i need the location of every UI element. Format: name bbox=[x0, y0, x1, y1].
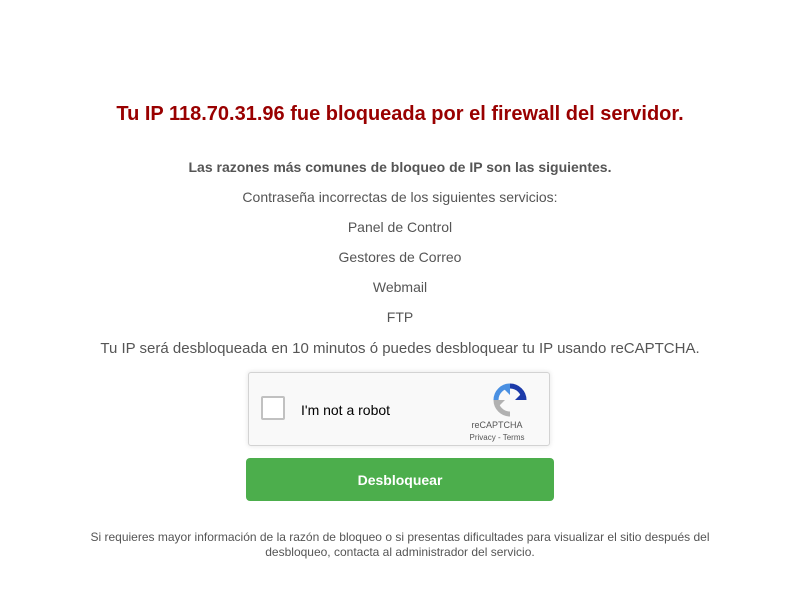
recaptcha-widget: I'm not a robot reCAPTCHA Privacy - Term… bbox=[248, 372, 550, 446]
recaptcha-links: Privacy - Terms bbox=[457, 433, 537, 442]
privacy-link[interactable]: Privacy bbox=[470, 433, 496, 442]
links-separator: - bbox=[495, 433, 503, 442]
unblock-info: Tu IP será desbloqueada en 10 minutos ó … bbox=[100, 340, 700, 357]
unblock-button[interactable]: Desbloquear bbox=[246, 458, 554, 501]
service-item-control-panel: Panel de Control bbox=[347, 219, 453, 235]
block-page: Tu IP 118.70.31.96 fue bloqueada por el … bbox=[0, 0, 800, 600]
recaptcha-checkbox-label[interactable]: I'm not a robot bbox=[301, 402, 390, 418]
reasons-intro: Contraseña incorrectas de los siguientes… bbox=[242, 189, 558, 205]
recaptcha-logo-icon bbox=[493, 383, 527, 417]
footer-note: Si requieres mayor información de la raz… bbox=[90, 530, 710, 559]
service-item-webmail: Webmail bbox=[372, 279, 428, 295]
recaptcha-checkbox[interactable] bbox=[261, 396, 285, 420]
service-item-mail-clients: Gestores de Correo bbox=[338, 249, 462, 265]
service-item-ftp: FTP bbox=[386, 309, 414, 325]
page-title: Tu IP 118.70.31.96 fue bloqueada por el … bbox=[116, 103, 684, 125]
recaptcha-brand-label: reCAPTCHA bbox=[471, 420, 523, 430]
reasons-heading: Las razones más comunes de bloqueo de IP… bbox=[188, 159, 612, 175]
terms-link[interactable]: Terms bbox=[503, 433, 525, 442]
